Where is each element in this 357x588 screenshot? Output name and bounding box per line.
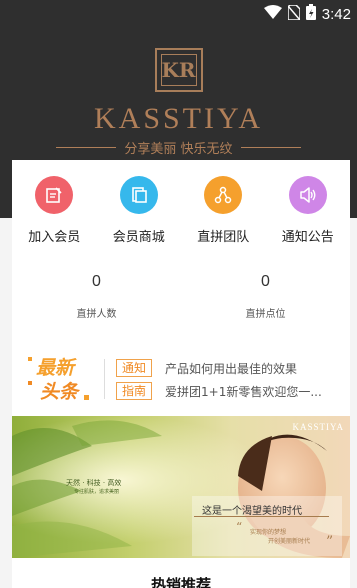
quick-actions: 加入会员 会员商城 直拼团队 通知公告 [12, 176, 350, 245]
member-card-icon [35, 176, 74, 214]
battery-icon [305, 4, 316, 24]
section-title-hot: 热销推荐 [150, 576, 211, 588]
headline-badge: 最新 头条 [28, 355, 90, 403]
promo-banner[interactable]: KASSTIYA 天然 · 科技 · 高效 专注肌肤，追求美丽 这是一个渴望美的… [12, 416, 350, 558]
speaker-icon [288, 176, 327, 214]
stat-label: 直拼点位 [245, 309, 286, 320]
status-time: 3:42 [321, 5, 351, 23]
badge-line-1: 最新 [36, 357, 75, 379]
quick-action-notices[interactable]: 通知公告 [266, 176, 351, 245]
quote-mark-icon: ” [326, 534, 334, 550]
stat-direct-points[interactable]: 0 直拼点位 [181, 273, 350, 320]
main-card: 加入会员 会员商城 直拼团队 通知公告 0 直拼人数 0 直拼点位 最新 头条 … [12, 160, 350, 588]
stat-label: 直拼人数 [76, 309, 117, 320]
share-nodes-icon [204, 176, 243, 214]
mall-icon [119, 176, 158, 214]
news-item[interactable]: 通知 产品如何用出最佳的效果 [116, 359, 297, 377]
news-divider [104, 359, 105, 399]
logo-letters: KR [161, 58, 196, 82]
banner-caption-1: 实现你的梦想 [250, 529, 287, 536]
banner-slogan: 天然 · 科技 · 高效 [66, 479, 122, 487]
banner-caption-2: 开创美丽新时代 [268, 538, 311, 545]
brand-logo: KR [154, 48, 203, 92]
tagline-row: 分享美丽 快乐无纹 [0, 138, 357, 157]
news-ticker[interactable]: 最新 头条 通知 产品如何用出最佳的效果 指南 爱拼团1+1新零售欢迎您一... [24, 355, 342, 403]
news-item[interactable]: 指南 爱拼团1+1新零售欢迎您一... [116, 382, 322, 400]
brand-name: KASSTIYA [93, 102, 264, 135]
news-text: 爱拼团1+1新零售欢迎您一... [165, 384, 322, 399]
banner-brand: KASSTIYA [292, 422, 344, 432]
banner-headline-underline [194, 516, 329, 517]
wifi-icon [263, 5, 282, 23]
stats-row: 0 直拼人数 0 直拼点位 [12, 273, 350, 320]
news-text: 产品如何用出最佳的效果 [165, 361, 298, 376]
quick-action-join-member[interactable]: 加入会员 [12, 176, 97, 245]
quick-action-label: 加入会员 [28, 230, 81, 245]
quick-action-team[interactable]: 直拼团队 [181, 176, 266, 245]
quote-mark-open-icon: “ [236, 520, 243, 534]
news-tag: 通知 [116, 359, 152, 377]
badge-line-2: 头条 [40, 381, 79, 403]
tagline-divider-right [240, 147, 301, 148]
quick-action-member-mall[interactable]: 会员商城 [97, 176, 182, 245]
quick-action-label: 会员商城 [112, 230, 165, 245]
quick-action-label: 直拼团队 [197, 230, 250, 245]
tagline-divider-left [56, 147, 117, 148]
stat-value: 0 [92, 273, 101, 290]
banner-headline: 这是一个渴望美的时代 [202, 506, 302, 517]
news-tag: 指南 [116, 382, 152, 400]
no-sim-icon [287, 3, 301, 24]
stat-value: 0 [261, 273, 270, 290]
quick-action-label: 通知公告 [281, 230, 334, 245]
brand-tagline: 分享美丽 快乐无纹 [124, 142, 233, 157]
brand-header: KR KASSTIYA 分享美丽 快乐无纹 [0, 48, 357, 157]
stat-direct-members[interactable]: 0 直拼人数 [12, 273, 181, 320]
banner-slogan-sub: 专注肌肤，追求美丽 [74, 489, 120, 495]
status-bar: 3:42 [0, 0, 357, 26]
